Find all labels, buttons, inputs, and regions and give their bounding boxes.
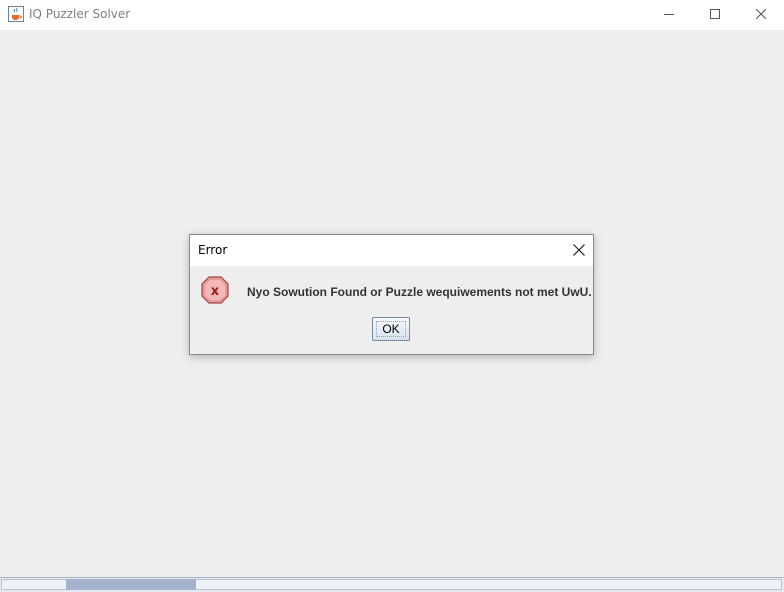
ok-button[interactable]: OK	[372, 317, 410, 341]
minimize-button[interactable]	[646, 0, 692, 30]
horizontal-scrollbar[interactable]	[0, 577, 784, 592]
minimize-icon	[664, 14, 674, 15]
java-cup-icon	[8, 6, 24, 22]
error-message: Nyo Sowution Found or Puzzle wequiwement…	[247, 285, 592, 299]
maximize-button[interactable]	[692, 0, 738, 30]
scrollbar-thumb[interactable]	[66, 579, 196, 590]
maximize-icon	[710, 9, 720, 19]
app-window: IQ Puzzler Solver Error x Nyo Sowution F…	[0, 0, 784, 592]
svg-text:x: x	[211, 284, 220, 299]
dialog-close-button[interactable]	[565, 235, 593, 266]
error-dialog: Error x Nyo Sowution Found or Puzzle weq…	[189, 234, 594, 355]
dialog-title: Error	[198, 243, 228, 257]
close-icon	[573, 244, 585, 256]
error-icon: x	[200, 275, 230, 305]
window-title: IQ Puzzler Solver	[29, 7, 131, 21]
focus-indicator	[376, 321, 406, 337]
window-titlebar[interactable]: IQ Puzzler Solver	[0, 0, 784, 30]
close-icon	[756, 9, 766, 19]
close-button[interactable]	[738, 0, 784, 30]
dialog-titlebar[interactable]: Error	[190, 235, 593, 266]
